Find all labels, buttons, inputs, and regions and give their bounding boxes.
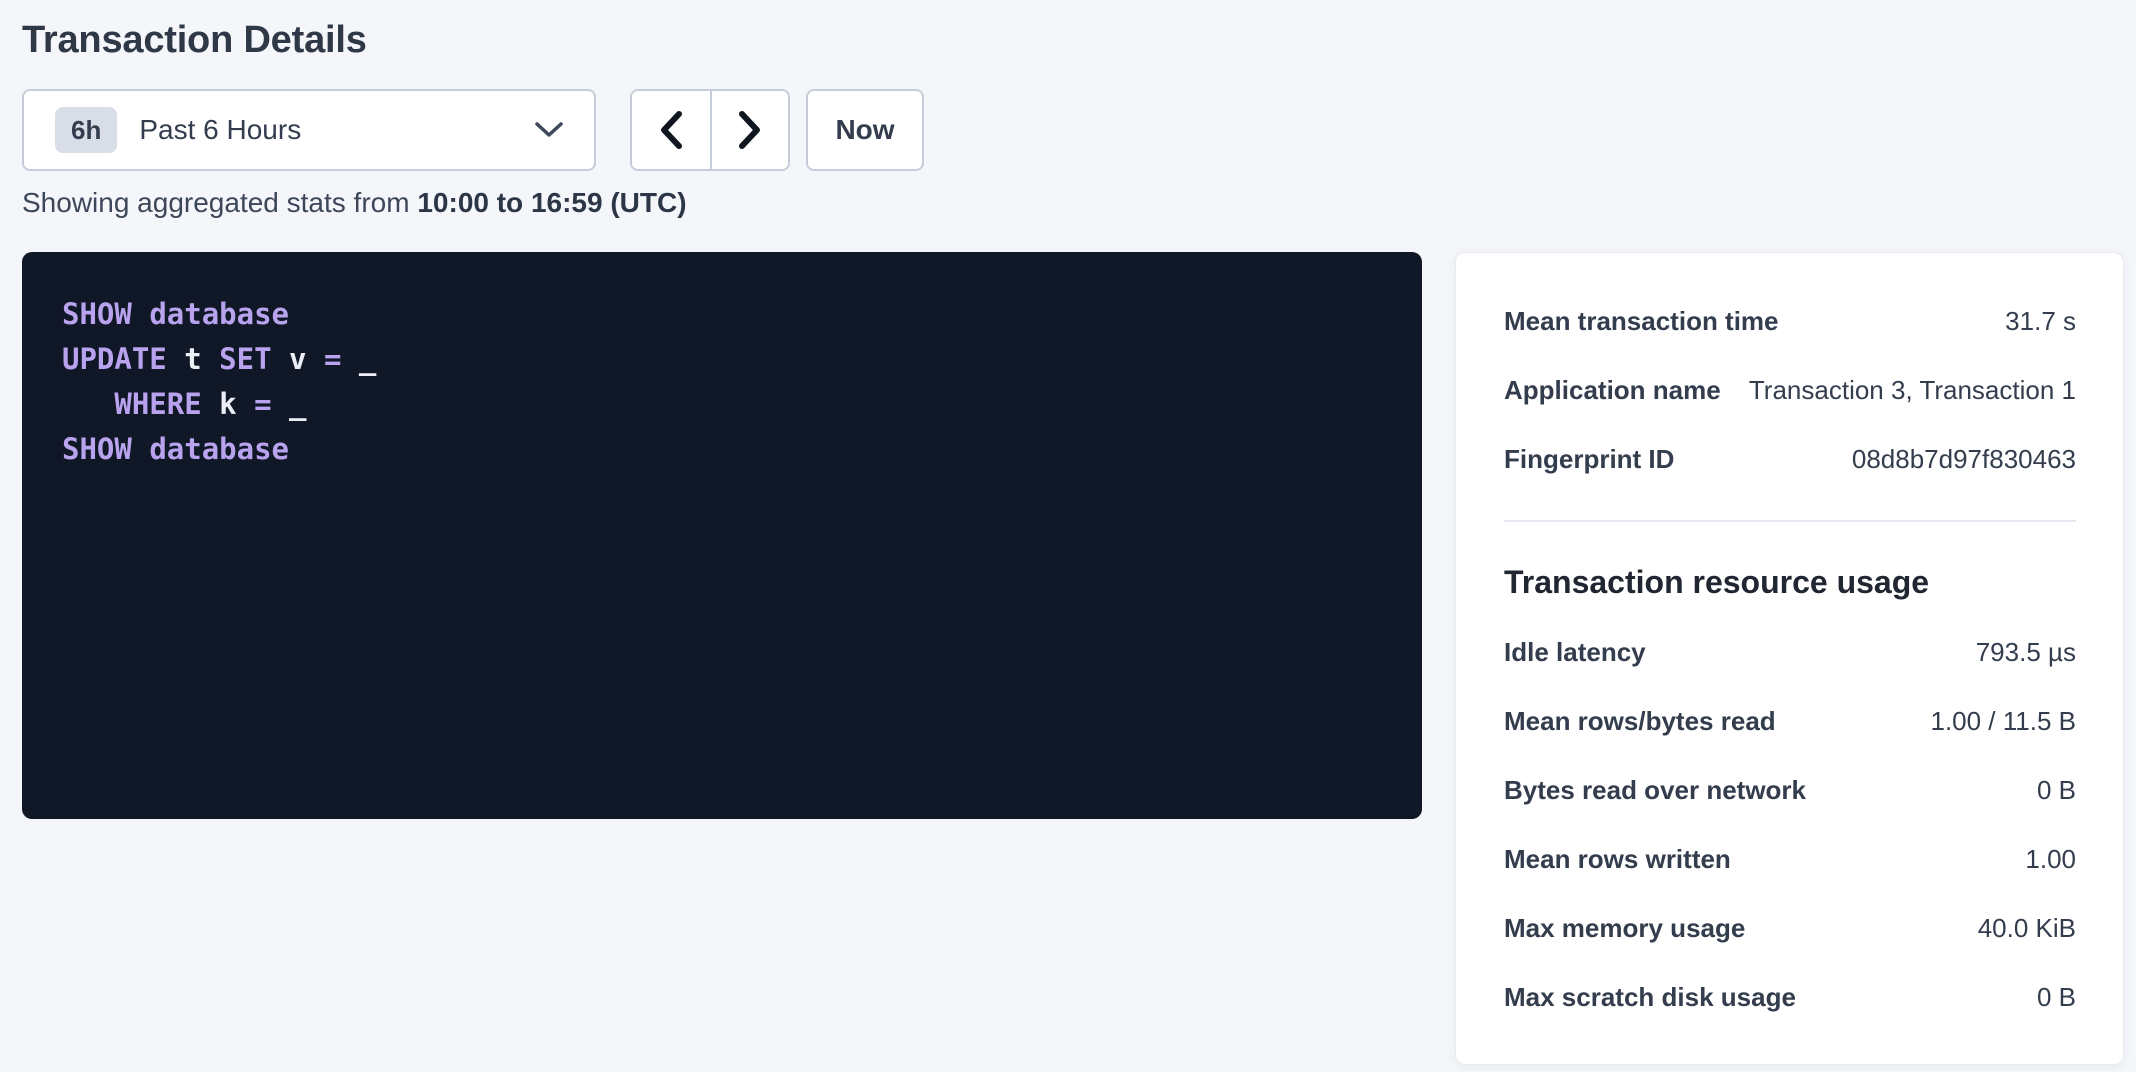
now-button[interactable]: Now (806, 89, 924, 171)
stat-value: 0 B (2037, 982, 2076, 1013)
transaction-details-page: Transaction Details 6h Past 6 Hours Now … (0, 0, 2136, 1072)
time-range-dropdown[interactable]: 6h Past 6 Hours (22, 89, 596, 171)
aggregation-range-prefix: Showing aggregated stats from (22, 187, 417, 218)
sql-token-ident: _ (289, 387, 306, 421)
sql-code-line: UPDATE t SET v = _ (62, 337, 1382, 382)
chevron-down-icon (534, 121, 564, 139)
next-time-button[interactable] (710, 91, 788, 169)
stat-value: 0 B (2037, 775, 2076, 806)
sql-token-plain (167, 342, 184, 376)
sql-token-ident: k (219, 387, 236, 421)
stat-row: Application name Transaction 3, Transacti… (1504, 356, 2076, 425)
sql-token-kw: SHOW (62, 432, 132, 466)
time-range-badge: 6h (55, 107, 117, 153)
stat-value: 1.00 (2025, 844, 2076, 875)
stat-value: 793.5 µs (1976, 637, 2076, 668)
time-controls: 6h Past 6 Hours Now (22, 89, 2124, 171)
sql-token-plain (132, 297, 149, 331)
stat-row: Bytes read over network 0 B (1504, 756, 2076, 825)
stat-row: Max memory usage 40.0 KiB (1504, 894, 2076, 963)
sql-token-kw: SET (219, 342, 271, 376)
sql-code-line: SHOW database (62, 292, 1382, 337)
aggregation-range-value: 10:00 to 16:59 (UTC) (417, 187, 686, 218)
card-divider (1504, 520, 2076, 522)
transaction-summary-card: Mean transaction time 31.7 s Application n… (1455, 252, 2124, 1065)
prev-time-button[interactable] (632, 91, 710, 169)
chevron-left-icon (658, 110, 684, 150)
sql-token-plain (307, 342, 324, 376)
sql-token-kw: SHOW (62, 297, 132, 331)
stat-row: Idle latency 793.5 µs (1504, 618, 2076, 687)
sql-token-plain (237, 387, 254, 421)
sql-token-ident: v (289, 342, 306, 376)
summary-rows: Mean transaction time 31.7 s Application n… (1504, 287, 2076, 494)
sql-token-kw: WHERE (114, 387, 201, 421)
sql-token-ident: t (184, 342, 201, 376)
stat-row: Mean transaction time 31.7 s (1504, 287, 2076, 356)
stat-value: 1.00 / 11.5 B (1930, 706, 2076, 737)
sql-token-plain (341, 342, 358, 376)
stat-value: 40.0 KiB (1978, 913, 2076, 944)
main-content: SHOW databaseUPDATE t SET v = _ WHERE k … (22, 252, 2124, 1065)
stat-label: Max memory usage (1504, 913, 1745, 944)
sql-token-kw: database (149, 297, 289, 331)
sql-token-plain (272, 387, 289, 421)
sql-token-plain (202, 342, 219, 376)
stat-row: Mean rows/bytes read 1.00 / 11.5 B (1504, 687, 2076, 756)
page-title: Transaction Details (22, 16, 2124, 64)
sql-token-plain (62, 387, 114, 421)
time-range-label: Past 6 Hours (139, 114, 301, 146)
stat-value: 08d8b7d97f830463 (1852, 444, 2076, 475)
time-nav-buttons (630, 89, 790, 171)
stat-label: Application name (1504, 375, 1721, 406)
stat-row: Mean rows written 1.00 (1504, 825, 2076, 894)
stat-label: Idle latency (1504, 637, 1646, 668)
chevron-right-icon (737, 110, 763, 150)
sql-token-ident: _ (359, 342, 376, 376)
stat-row: Fingerprint ID 08d8b7d97f830463 (1504, 425, 2076, 494)
sql-token-kw: = (254, 387, 271, 421)
sql-token-kw: = (324, 342, 341, 376)
aggregation-range-text: Showing aggregated stats from 10:00 to 1… (22, 185, 2124, 221)
stat-label: Mean transaction time (1504, 306, 1779, 337)
stat-row: Max scratch disk usage 0 B (1504, 963, 2076, 1032)
stat-value: 31.7 s (2005, 306, 2076, 337)
sql-token-kw: UPDATE (62, 342, 167, 376)
stat-label: Mean rows/bytes read (1504, 706, 1776, 737)
resource-rows: Idle latency 793.5 µs Mean rows/bytes read… (1504, 618, 2076, 1032)
sql-token-plain (132, 432, 149, 466)
stat-value: Transaction 3, Transaction 1 (1749, 375, 2076, 406)
sql-token-kw: database (149, 432, 289, 466)
sql-code-line: WHERE k = _ (62, 382, 1382, 427)
stat-label: Bytes read over network (1504, 775, 1806, 806)
sql-token-plain (272, 342, 289, 376)
resource-usage-heading: Transaction resource usage (1504, 562, 2076, 602)
sql-code-line: SHOW database (62, 427, 1382, 472)
stat-label: Mean rows written (1504, 844, 1731, 875)
stat-label: Fingerprint ID (1504, 444, 1674, 475)
stat-label: Max scratch disk usage (1504, 982, 1796, 1013)
sql-token-plain (202, 387, 219, 421)
sql-statement-box: SHOW databaseUPDATE t SET v = _ WHERE k … (22, 252, 1422, 819)
